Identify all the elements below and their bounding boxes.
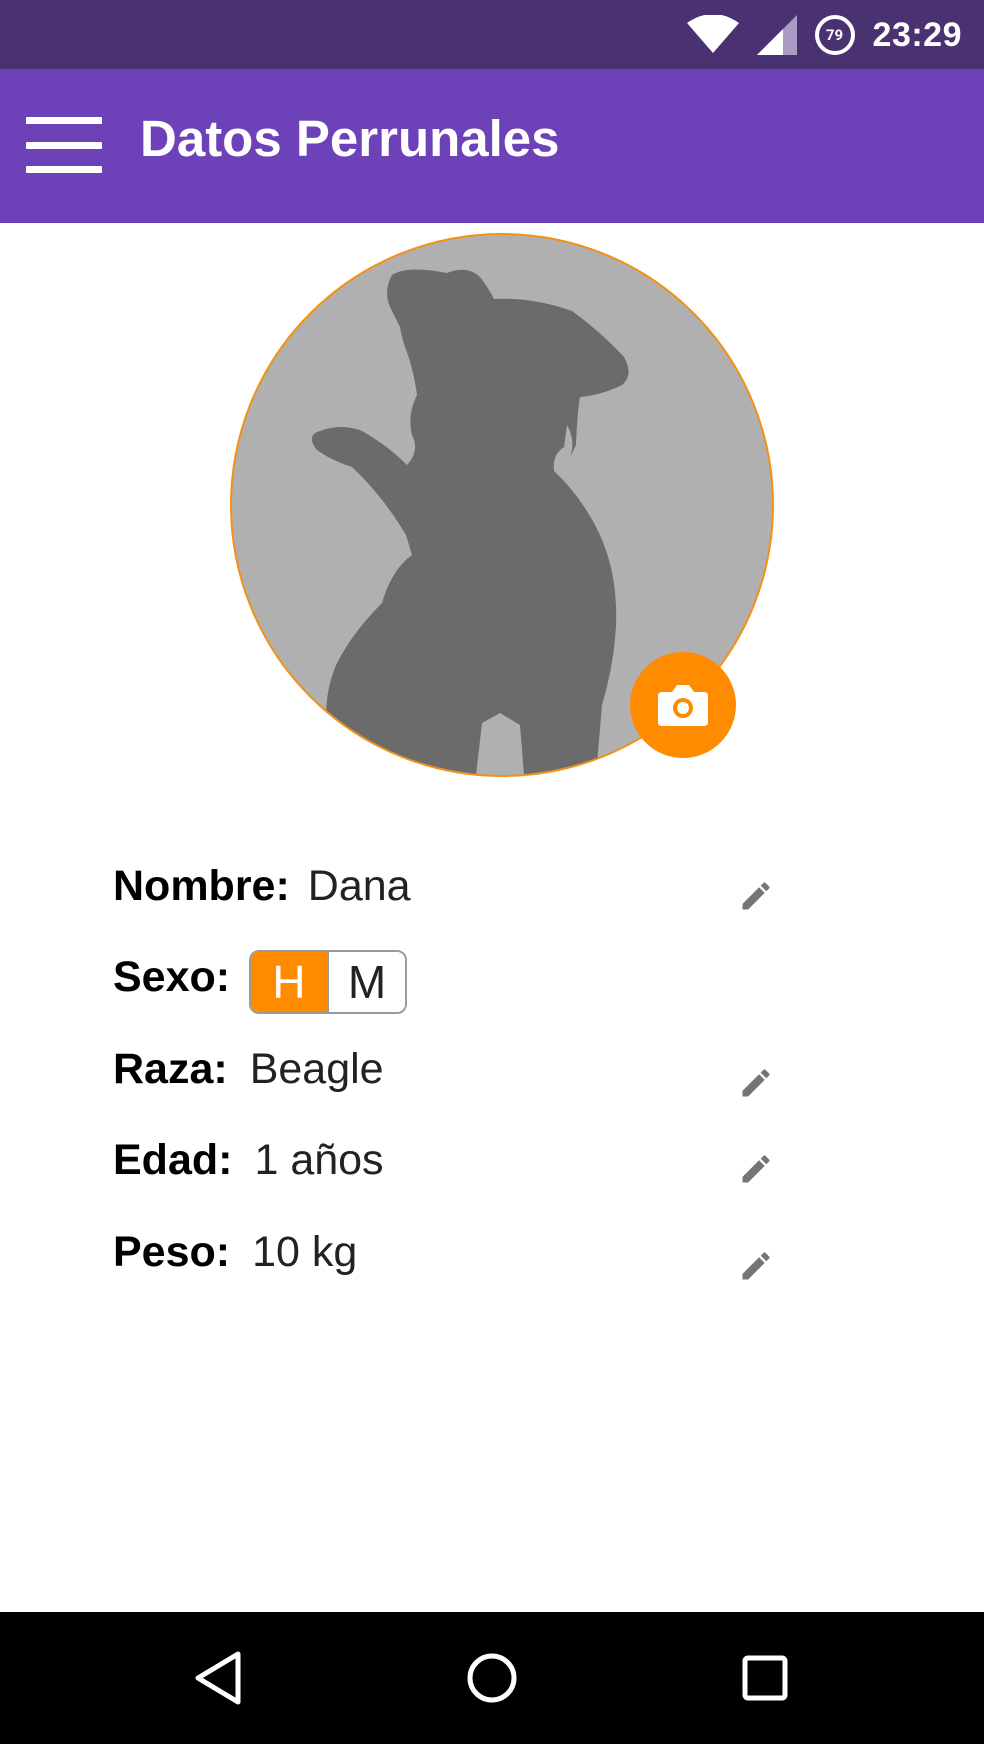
edit-raza-icon[interactable] [738,1065,774,1101]
nombre-value: Dana [307,862,411,910]
row-sexo: Sexo: [113,953,230,1002]
back-icon[interactable] [190,1648,250,1708]
edad-label: Edad: [113,1136,233,1184]
app-bar: Datos Perrunales [0,69,984,223]
peso-value: 10 kg [252,1228,358,1276]
cell-signal-icon [756,15,797,55]
menu-icon[interactable] [26,117,102,173]
raza-label: Raza: [113,1045,228,1093]
peso-label: Peso: [113,1228,231,1276]
clock: 23:29 [872,15,962,54]
wifi-icon [686,15,739,53]
status-bar: 79 23:29 [0,0,984,69]
battery-level: 79 [825,26,844,44]
page-title: Datos Perrunales [140,110,560,167]
raza-value: Beagle [249,1045,384,1093]
status-icons: 79 23:29 [686,12,962,58]
row-peso: Peso: 10 kg [113,1228,357,1277]
recents-icon[interactable] [735,1648,795,1708]
home-icon[interactable] [462,1648,522,1708]
navigation-bar [0,1612,984,1744]
battery-icon: 79 [814,15,855,55]
sexo-label: Sexo: [113,953,231,1001]
row-edad: Edad: 1 años [113,1136,384,1185]
sexo-option-h[interactable]: H [251,952,327,1012]
edit-nombre-icon[interactable] [738,878,774,914]
camera-icon [658,685,708,726]
row-nombre: Nombre: Dana [113,862,411,911]
change-photo-button[interactable] [630,652,736,758]
nombre-label: Nombre: [113,862,290,910]
row-raza: Raza: Beagle [113,1045,384,1094]
sexo-toggle[interactable]: H M [249,950,407,1014]
edit-edad-icon[interactable] [738,1151,774,1187]
edit-peso-icon[interactable] [738,1248,774,1284]
sexo-option-m[interactable]: M [327,952,405,1012]
edad-value: 1 años [254,1136,384,1184]
